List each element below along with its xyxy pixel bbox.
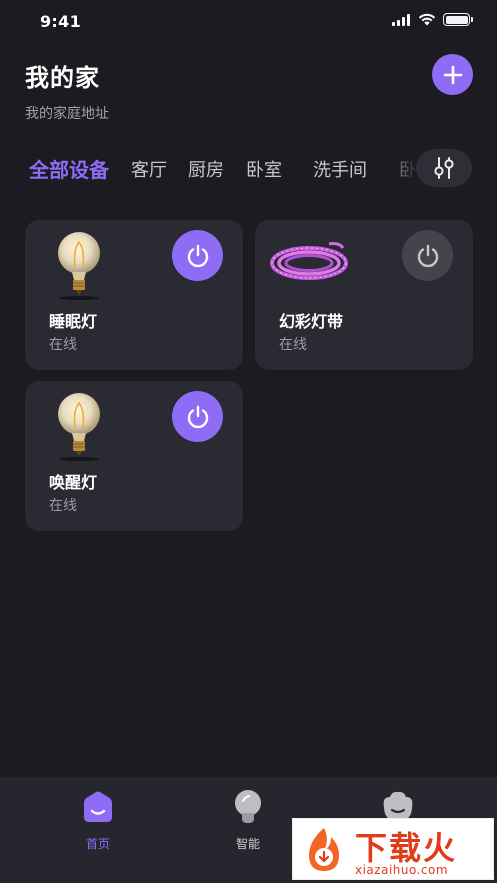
power-button[interactable] [402, 230, 453, 281]
flame-logo-icon [309, 828, 339, 871]
watermark-url: xiazaihuo.com [355, 863, 449, 877]
nav-label: 首页 [85, 837, 110, 851]
tab-all-devices[interactable]: 全部设备 [29, 154, 109, 183]
status-bar: 9:41 [0, 0, 497, 44]
device-name: 睡眠灯 [49, 312, 98, 331]
tab-bedroom[interactable]: 卧室 [246, 156, 282, 182]
tab-washroom[interactable]: 洗手间 [313, 156, 367, 182]
power-button[interactable] [172, 391, 223, 442]
tab-living-room[interactable]: 客厅 [131, 156, 167, 182]
battery-icon [443, 13, 473, 26]
device-name: 唤醒灯 [49, 473, 98, 492]
filter-button[interactable] [416, 149, 472, 187]
device-status: 在线 [49, 498, 77, 514]
device-card-led-strip[interactable]: 幻彩灯带 在线 [255, 220, 473, 370]
nav-label: 智能 [235, 837, 260, 851]
cellular-signal-icon [392, 14, 410, 26]
device-status: 在线 [279, 337, 307, 353]
bulb-icon [58, 393, 100, 461]
device-card-sleep-lamp[interactable]: 睡眠灯 在线 [25, 220, 243, 370]
device-card-wake-lamp[interactable]: 唤醒灯 在线 [25, 381, 243, 531]
status-time: 9:41 [40, 12, 81, 31]
tab-kitchen[interactable]: 厨房 [188, 156, 224, 182]
watermark-logo: 下载火 xiazaihuo.com [292, 818, 494, 880]
smart-bulb-icon [235, 790, 261, 823]
home-icon [84, 791, 112, 822]
home-title[interactable]: 我的家 [25, 58, 100, 93]
power-icon [187, 244, 208, 267]
wifi-icon [418, 13, 436, 26]
power-button[interactable] [172, 230, 223, 281]
power-icon [187, 405, 208, 428]
device-status: 在线 [49, 337, 77, 353]
power-icon [417, 244, 438, 267]
home-address: 我的家庭地址 [25, 106, 109, 122]
nav-item-home[interactable]: 首页 [58, 787, 138, 852]
add-device-button[interactable] [432, 54, 473, 95]
plus-icon [443, 65, 462, 84]
nav-item-smart[interactable]: 智能 [208, 787, 288, 852]
sliders-icon [434, 157, 454, 179]
device-name: 幻彩灯带 [279, 312, 344, 331]
bulb-icon [58, 232, 100, 300]
led-strip-icon [270, 242, 348, 280]
tab-fade [380, 148, 420, 190]
